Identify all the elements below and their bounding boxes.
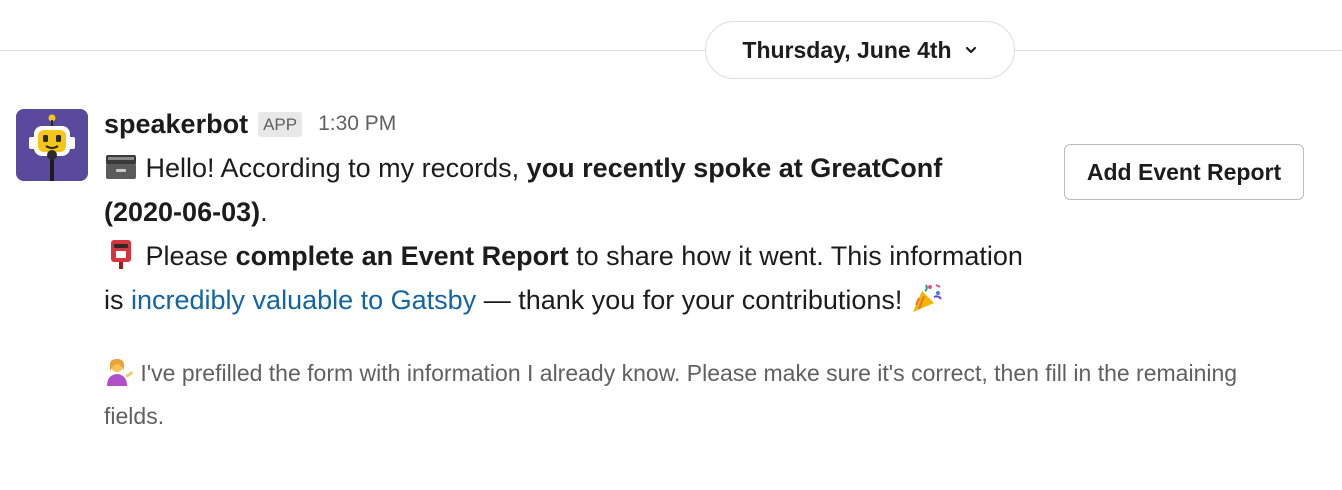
app-badge: APP bbox=[258, 111, 303, 137]
message-line-1: Hello! According to my records, you rece… bbox=[104, 146, 1024, 234]
date-label: Thursday, June 4th bbox=[742, 36, 952, 63]
line2-bold-text: complete an Event Report bbox=[235, 241, 569, 271]
postbox-emoji-icon bbox=[111, 240, 131, 269]
party-popper-emoji-icon bbox=[912, 284, 942, 312]
chevron-down-icon bbox=[965, 46, 976, 54]
sender-name[interactable]: speakerbot bbox=[104, 109, 248, 140]
robot-speaker-avatar-icon bbox=[16, 109, 88, 181]
add-event-report-button[interactable]: Add Event Report bbox=[1064, 144, 1304, 200]
date-divider-button[interactable]: Thursday, June 4th bbox=[705, 21, 1015, 79]
context-text: I've prefilled the form with information… bbox=[104, 360, 1238, 429]
gatsby-value-link[interactable]: incredibly valuable to Gatsby bbox=[131, 285, 476, 315]
line2-text-end: — thank you for your contributions! bbox=[476, 285, 910, 315]
message-body: Hello! According to my records, you rece… bbox=[104, 146, 1024, 322]
date-divider-line bbox=[0, 50, 1342, 51]
person-tipping-hand-emoji-icon bbox=[107, 359, 133, 386]
message-timestamp[interactable]: 1:30 PM bbox=[318, 112, 396, 136]
message-context: I've prefilled the form with information… bbox=[104, 352, 1284, 438]
line2-text-start: Please bbox=[145, 241, 236, 271]
card-file-box-emoji-icon bbox=[106, 155, 136, 179]
bot-avatar[interactable] bbox=[16, 109, 88, 181]
message-header: speakerbot APP 1:30 PM bbox=[104, 104, 1304, 144]
line1-text-start: Hello! According to my records, bbox=[145, 153, 527, 183]
line1-text-end: . bbox=[260, 197, 268, 227]
message-line-2: Please complete an Event Report to share… bbox=[104, 234, 1024, 322]
